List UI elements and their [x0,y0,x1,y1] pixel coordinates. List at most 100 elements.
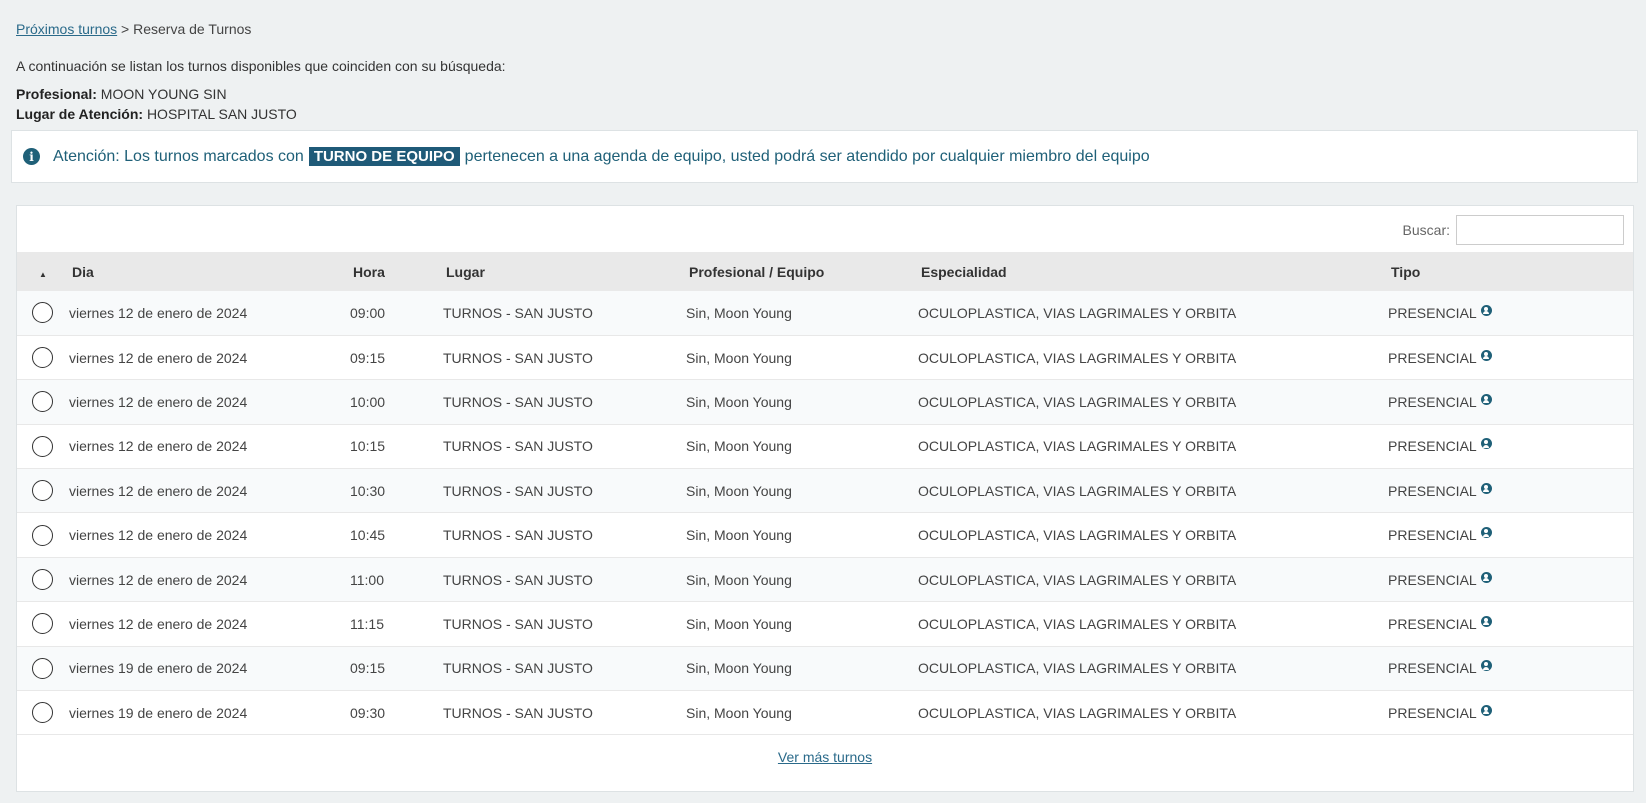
table-row[interactable]: viernes 19 de enero de 2024 09:15 TURNOS -… [17,646,1633,691]
cell-profesional: Sin, Moon Young [686,438,792,455]
cell-especialidad: OCULOPLASTICA, VIAS LAGRIMALES Y ORBITA [918,571,1237,588]
table-row[interactable]: viernes 12 de enero de 2024 10:30 TURNOS -… [17,468,1633,513]
cell-select [17,513,69,557]
cell-especialidad: OCULOPLASTICA, VIAS LAGRIMALES Y ORBITA [918,438,1237,455]
team-alert: i Atención: Los turnos marcados con TURN… [11,130,1638,183]
cell-lugar: TURNOS - SAN JUSTO [443,393,593,410]
cell-profesional: Sin, Moon Young [686,660,792,677]
select-radio[interactable] [32,391,53,413]
cell-especialidad: OCULOPLASTICA, VIAS LAGRIMALES Y ORBITA [918,482,1237,499]
cell-tipo: PRESENCIAL [1388,424,1633,468]
cell-lugar: TURNOS - SAN JUSTO [443,482,593,499]
table-row[interactable]: viernes 19 de enero de 2024 09:30 TURNOS -… [17,690,1633,735]
table-row[interactable]: viernes 12 de enero de 2024 10:15 TURNOS -… [17,424,1633,469]
select-radio[interactable] [32,702,53,724]
lugar-value: HOSPITAL SAN JUSTO [146,106,297,122]
cell-dia: viernes 12 de enero de 2024 [69,393,248,410]
column-header-hora[interactable]: Hora [350,252,443,291]
tipo-label: PRESENCIAL [1388,660,1477,677]
cell-hora: 10:45 [350,527,386,544]
user-circle-icon [1480,660,1492,672]
user-circle-icon [1480,704,1492,716]
cell-hora: 09:30 [350,704,386,721]
cell-hora: 09:00 [350,304,386,321]
search-input[interactable] [1456,215,1624,245]
cell-hora: 11:00 [350,571,384,588]
profesional-value: MOON YOUNG SIN [100,86,227,102]
tipo-label: PRESENCIAL [1388,438,1477,455]
cell-select [17,380,69,424]
cell-tipo: PRESENCIAL [1388,291,1633,335]
cell-hora: 10:30 [350,482,386,499]
cell-dia: viernes 12 de enero de 2024 [69,482,248,499]
select-radio[interactable] [32,435,53,457]
cell-especialidad: OCULOPLASTICA, VIAS LAGRIMALES Y ORBITA [918,527,1237,544]
user-circle-icon [1480,393,1492,405]
cell-select [17,691,69,735]
cell-tipo: PRESENCIAL [1388,380,1633,424]
profesional-label: Profesional: [16,86,97,102]
sort-ascending-icon[interactable]: ▲ [20,270,47,279]
ver-mas-turnos-link[interactable]: Ver más turnos [778,749,872,765]
cell-dia: viernes 12 de enero de 2024 [69,349,248,366]
tipo-label: PRESENCIAL [1388,571,1477,588]
cell-lugar: TURNOS - SAN JUSTO [443,438,593,455]
user-circle-icon [1480,304,1492,316]
tipo-label: PRESENCIAL [1388,615,1477,632]
cell-tipo: PRESENCIAL [1388,513,1633,557]
column-header-tipo[interactable]: Tipo [1388,252,1633,291]
cell-dia: viernes 12 de enero de 2024 [69,615,248,632]
breadcrumb-link-proximos-turnos[interactable]: Próximos turnos [16,21,117,37]
select-radio[interactable] [32,302,53,324]
select-radio[interactable] [32,657,53,679]
cell-lugar: TURNOS - SAN JUSTO [443,660,593,677]
select-radio[interactable] [32,569,53,591]
select-radio[interactable] [32,480,53,502]
search-row: Buscar: [1403,215,1624,245]
cell-profesional: Sin, Moon Young [686,615,792,632]
cell-lugar: TURNOS - SAN JUSTO [443,349,593,366]
cell-lugar: TURNOS - SAN JUSTO [443,571,593,588]
table-row[interactable]: viernes 12 de enero de 2024 09:00 TURNOS -… [17,291,1633,336]
cell-dia: viernes 12 de enero de 2024 [69,438,248,455]
sort-column-header[interactable]: ▲ [17,252,69,291]
column-header-dia[interactable]: Dia [69,252,350,291]
cell-profesional: Sin, Moon Young [686,393,792,410]
profesional-line: Profesional: MOON YOUNG SIN [16,86,227,102]
user-circle-icon [1480,615,1492,627]
select-radio[interactable] [32,347,53,369]
cell-profesional: Sin, Moon Young [686,527,792,544]
user-circle-icon [1480,571,1492,583]
search-label: Buscar: [1402,222,1450,238]
cell-tipo: PRESENCIAL [1388,646,1633,690]
table-row[interactable]: viernes 12 de enero de 2024 10:00 TURNOS -… [17,379,1633,425]
column-header-especialidad[interactable]: Especialidad [918,252,1388,291]
cell-especialidad: OCULOPLASTICA, VIAS LAGRIMALES Y ORBITA [918,615,1237,632]
tipo-label: PRESENCIAL [1388,304,1477,321]
select-radio[interactable] [32,613,53,635]
cell-select [17,646,69,690]
cell-lugar: TURNOS - SAN JUSTO [443,704,593,721]
tipo-label: PRESENCIAL [1388,482,1477,499]
table-row[interactable]: viernes 12 de enero de 2024 11:00 TURNOS -… [17,557,1633,602]
cell-hora: 09:15 [350,349,386,366]
column-header-lugar[interactable]: Lugar [443,252,686,291]
alert-text-after: pertenecen a una agenda de equipo, usted… [464,147,1150,165]
table-row[interactable]: viernes 12 de enero de 2024 10:45 TURNOS -… [17,512,1633,558]
table-row[interactable]: viernes 12 de enero de 2024 09:15 TURNOS -… [17,335,1633,380]
info-circle-icon: i [23,148,40,165]
cell-profesional: Sin, Moon Young [686,349,792,366]
cell-tipo: PRESENCIAL [1388,602,1633,646]
column-header-profesional[interactable]: Profesional / Equipo [686,252,918,291]
cell-profesional: Sin, Moon Young [686,571,792,588]
user-circle-icon [1480,482,1492,494]
cell-dia: viernes 12 de enero de 2024 [69,571,248,588]
select-radio[interactable] [32,524,53,546]
cell-tipo: PRESENCIAL [1388,557,1633,601]
cell-tipo: PRESENCIAL [1388,469,1633,513]
table-row[interactable]: viernes 12 de enero de 2024 11:15 TURNOS -… [17,601,1633,647]
cell-select [17,424,69,468]
tipo-label: PRESENCIAL [1388,704,1477,721]
cell-especialidad: OCULOPLASTICA, VIAS LAGRIMALES Y ORBITA [918,660,1237,677]
tipo-label: PRESENCIAL [1388,349,1477,366]
